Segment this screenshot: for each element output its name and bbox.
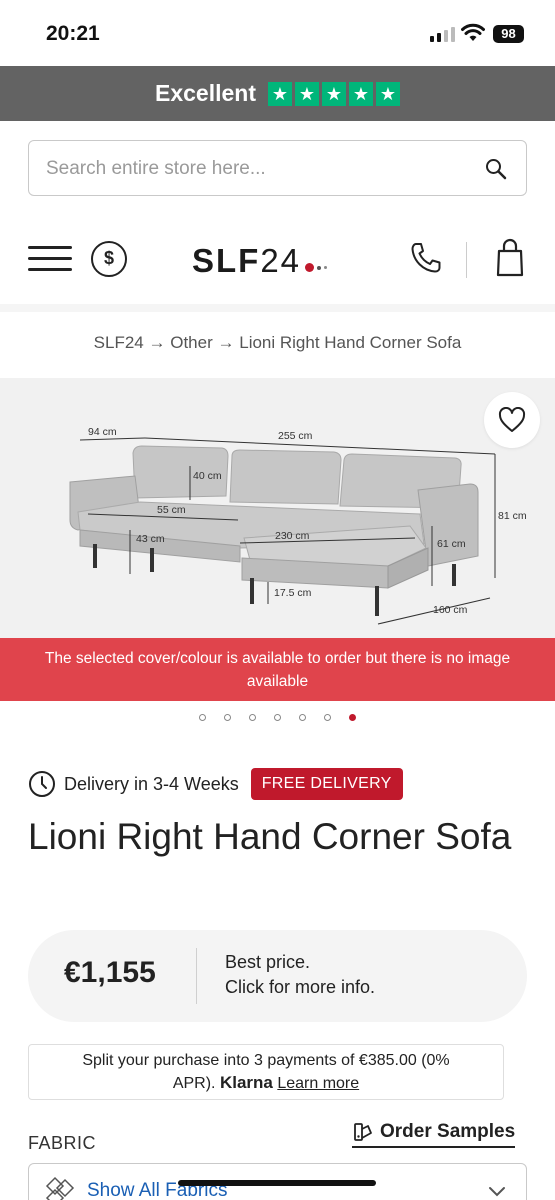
search-input[interactable] xyxy=(46,154,466,184)
shopping-bag-icon[interactable] xyxy=(495,238,525,278)
menu-icon[interactable] xyxy=(28,242,72,276)
trustpilot-banner[interactable]: Excellent ★ ★ ★ ★ ★ xyxy=(0,66,555,121)
product-image[interactable]: 94 cm 255 cm 40 cm 55 cm 43 cm 230 cm 81… xyxy=(0,378,555,638)
dim-label: 94 cm xyxy=(88,426,117,438)
klarna-banner: Split your purchase into 3 payments of €… xyxy=(28,1044,504,1100)
dim-label: 255 cm xyxy=(278,430,313,442)
chevron-down-icon xyxy=(489,1187,505,1197)
section-divider xyxy=(0,304,555,312)
dim-label: 230 cm xyxy=(275,530,310,542)
delivery-time: Delivery in 3-4 Weeks xyxy=(64,773,239,794)
breadcrumb-home[interactable]: SLF24 xyxy=(94,333,144,352)
logo-number: 24 xyxy=(260,242,302,279)
currency-icon[interactable]: $ xyxy=(91,241,127,277)
wishlist-button[interactable] xyxy=(484,392,540,448)
header-divider xyxy=(466,242,467,278)
carousel-dot[interactable] xyxy=(349,714,356,721)
home-indicator xyxy=(178,1180,376,1186)
phone-icon[interactable] xyxy=(408,240,444,276)
carousel-dot[interactable] xyxy=(249,714,256,721)
fabric-label: FABRIC xyxy=(28,1133,97,1153)
dim-label: 61 cm xyxy=(437,538,466,550)
klarna-text: APR). xyxy=(172,1075,216,1092)
price-divider xyxy=(196,948,197,1004)
rating-label: Excellent xyxy=(155,80,256,106)
breadcrumb: SLF24 → Other → Lioni Right Hand Corner … xyxy=(0,333,555,353)
breadcrumb-current: Lioni Right Hand Corner Sofa xyxy=(239,333,462,352)
free-delivery-badge: FREE DELIVERY xyxy=(250,768,403,800)
dim-label: 81 cm xyxy=(498,510,527,522)
sofa-dimension-drawing xyxy=(69,437,496,625)
breadcrumb-separator: → xyxy=(217,333,235,352)
best-price-link: Click for more info. xyxy=(225,977,376,997)
heart-icon xyxy=(498,407,526,432)
cellular-signal-icon xyxy=(430,26,455,42)
fabric-swatch-icon xyxy=(45,1176,75,1200)
star-icon: ★ xyxy=(376,81,400,106)
dim-label: 17.5 cm xyxy=(274,587,312,599)
klarna-logo: Klarna xyxy=(219,1073,273,1092)
carousel-dot[interactable] xyxy=(324,714,331,721)
breadcrumb-category[interactable]: Other xyxy=(170,333,213,352)
wifi-icon xyxy=(461,23,485,41)
star-icon: ★ xyxy=(322,81,346,106)
carousel-dot[interactable] xyxy=(224,714,231,721)
search-icon[interactable] xyxy=(484,157,508,181)
order-samples-link[interactable]: Order Samples xyxy=(352,1121,516,1148)
image-carousel-dots[interactable] xyxy=(0,714,555,721)
price-box[interactable]: €1,155 Best price. Click for more info. xyxy=(28,930,527,1022)
status-bar: 20:21 98 xyxy=(0,0,555,66)
rating-stars: ★ ★ ★ ★ ★ xyxy=(268,81,400,106)
clock-time: 20:21 xyxy=(46,22,100,45)
dim-label: 43 cm xyxy=(136,533,165,545)
star-icon: ★ xyxy=(349,81,373,106)
product-title: Lioni Right Hand Corner Sofa xyxy=(28,816,512,857)
star-icon: ★ xyxy=(268,81,292,106)
klarna-learn-more-link[interactable]: Learn more xyxy=(277,1075,359,1092)
logo-dots-icon xyxy=(305,263,328,272)
breadcrumb-separator: → xyxy=(148,333,166,352)
carousel-dot[interactable] xyxy=(299,714,306,721)
search-box xyxy=(28,140,527,196)
site-logo[interactable]: SLF 24 xyxy=(192,242,328,280)
order-samples-label: Order Samples xyxy=(380,1121,516,1142)
carousel-dot[interactable] xyxy=(199,714,206,721)
best-price-info: Best price. Click for more info. xyxy=(225,950,375,1000)
dim-label: 40 cm xyxy=(193,470,222,482)
site-header: $ SLF 24 xyxy=(0,220,555,304)
clock-icon xyxy=(29,771,55,797)
star-icon: ★ xyxy=(295,81,319,106)
best-price-line: Best price. xyxy=(225,952,311,972)
dim-label: 55 cm xyxy=(157,504,186,516)
swatch-icon xyxy=(354,1123,372,1141)
klarna-text: Split your purchase into 3 payments of €… xyxy=(82,1052,450,1069)
image-unavailable-alert: The selected cover/colour is available t… xyxy=(0,638,555,701)
product-price: €1,155 xyxy=(64,956,156,989)
carousel-dot[interactable] xyxy=(274,714,281,721)
delivery-info: Delivery in 3-4 Weeks FREE DELIVERY xyxy=(28,768,403,800)
battery-indicator: 98 xyxy=(493,25,524,43)
logo-text: SLF xyxy=(192,242,261,279)
dim-label: 160 cm xyxy=(433,604,468,616)
